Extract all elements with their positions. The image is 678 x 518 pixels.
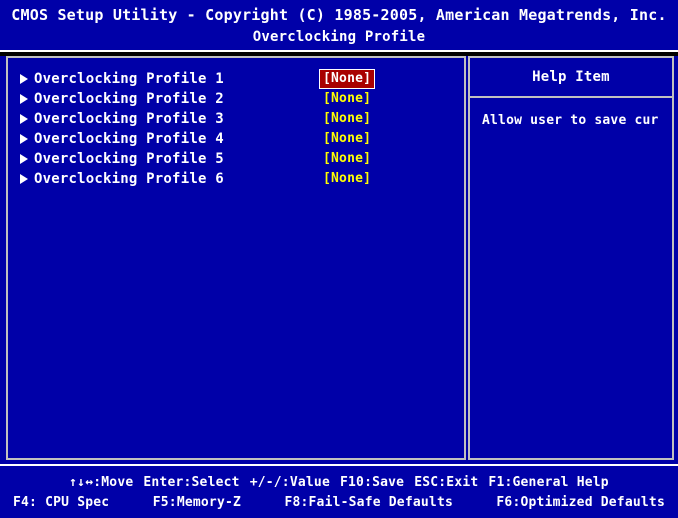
page-title: Overclocking Profile	[252, 29, 426, 45]
shortcut-move: ↑↓↔:Move	[69, 475, 134, 490]
menu-item-value[interactable]: [None]	[320, 130, 374, 148]
menu-item-overclocking-profile-4[interactable]: Overclocking Profile 4	[20, 130, 224, 148]
footer-bar: ↑↓↔:Move Enter:Select +/-/:Value F10:Sav…	[0, 464, 678, 518]
menu-item-value[interactable]: [None]	[320, 170, 374, 188]
menu-item-value-selected[interactable]: [None]	[318, 69, 376, 89]
menu-item-overclocking-profile-2[interactable]: Overclocking Profile 2	[20, 90, 224, 108]
triangle-right-icon	[20, 70, 34, 88]
menu-item-label: Overclocking Profile 3	[34, 111, 224, 127]
shortcut-general-help: F1:General Help	[488, 475, 609, 490]
menu-item-label: Overclocking Profile 6	[34, 171, 224, 187]
app-title: CMOS Setup Utility - Copyright (C) 1985-…	[11, 6, 667, 24]
menu-item-overclocking-profile-3[interactable]: Overclocking Profile 3	[20, 110, 224, 128]
menu-item-label: Overclocking Profile 2	[34, 91, 224, 107]
shortcut-memory-z: F5:Memory-Z	[152, 495, 242, 510]
footer-shortcuts-row-2: F4: CPU Spec F5:Memory-Z F8:Fail-Safe De…	[0, 494, 678, 512]
help-divider	[470, 96, 672, 98]
help-title: Help Item	[532, 69, 610, 85]
main-area: Overclocking Profile 1 [None] Overclocki…	[0, 56, 678, 464]
shortcut-cpu-spec: F4: CPU Spec	[13, 495, 110, 510]
menu-item-label: Overclocking Profile 5	[34, 151, 224, 167]
triangle-right-icon	[20, 170, 34, 188]
menu-item-label: Overclocking Profile 4	[34, 131, 224, 147]
shortcut-select: Enter:Select	[143, 475, 240, 490]
bios-screen: CMOS Setup Utility - Copyright (C) 1985-…	[0, 0, 678, 518]
shortcut-value: +/-/:Value	[249, 475, 330, 490]
help-panel: Help Item Allow user to save cur	[468, 56, 674, 460]
triangle-right-icon	[20, 90, 34, 108]
menu-item-overclocking-profile-6[interactable]: Overclocking Profile 6	[20, 170, 224, 188]
menu-item-value[interactable]: [None]	[320, 110, 374, 128]
triangle-right-icon	[20, 150, 34, 168]
help-text: Allow user to save cur	[482, 113, 659, 128]
menu-item-overclocking-profile-5[interactable]: Overclocking Profile 5	[20, 150, 224, 168]
triangle-right-icon	[20, 130, 34, 148]
menu-item-overclocking-profile-1[interactable]: Overclocking Profile 1	[20, 70, 224, 88]
header-bar: CMOS Setup Utility - Copyright (C) 1985-…	[0, 0, 678, 52]
menu-item-value[interactable]: [None]	[320, 90, 374, 108]
shortcut-optimized-defaults: F6:Optimized Defaults	[496, 495, 665, 510]
shortcut-exit: ESC:Exit	[414, 475, 479, 490]
shortcut-fail-safe-defaults: F8:Fail-Safe Defaults	[284, 495, 453, 510]
footer-shortcuts-row-1: ↑↓↔:Move Enter:Select +/-/:Value F10:Sav…	[0, 474, 678, 492]
menu-item-label: Overclocking Profile 1	[34, 71, 224, 87]
triangle-right-icon	[20, 110, 34, 128]
shortcut-save: F10:Save	[339, 475, 405, 490]
menu-item-value[interactable]: [None]	[320, 150, 374, 168]
settings-panel: Overclocking Profile 1 [None] Overclocki…	[6, 56, 466, 460]
